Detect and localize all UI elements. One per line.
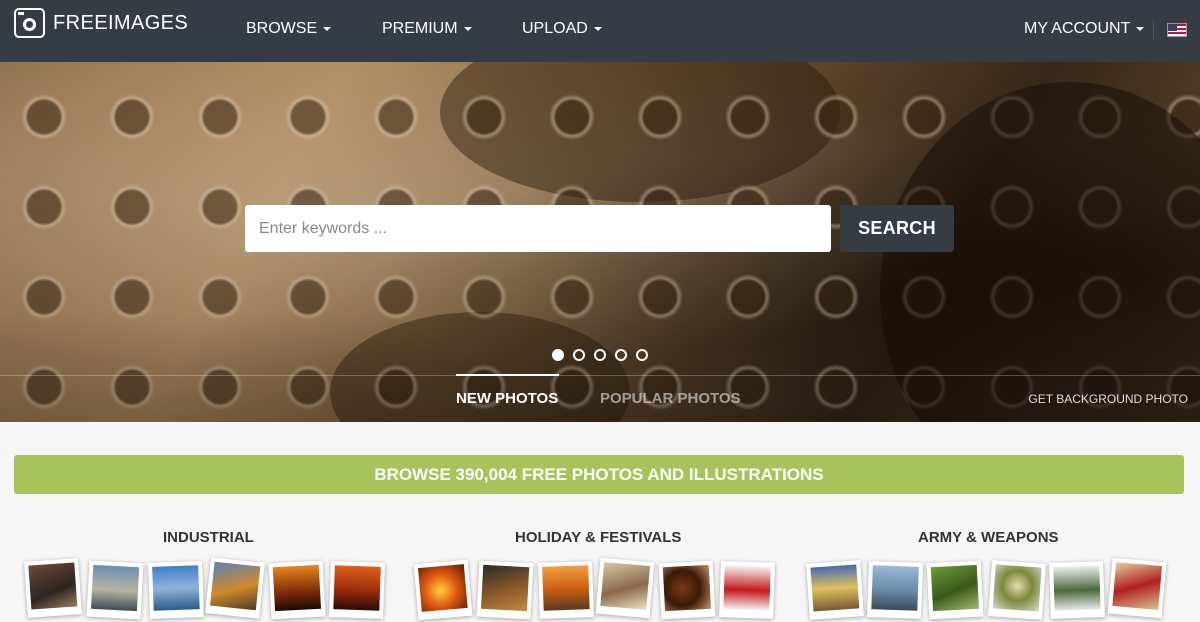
search-button[interactable]: SEARCH (840, 205, 954, 252)
category-thumbnail[interactable] (538, 561, 594, 619)
nav-my-account-label: MY ACCOUNT (1024, 20, 1131, 37)
search-input[interactable] (245, 205, 831, 252)
category-title-holiday[interactable]: HOLIDAY & FESTIVALS (515, 529, 681, 546)
nav-premium-label: PREMIUM (382, 20, 458, 37)
category-thumbnail[interactable] (24, 558, 82, 618)
category-thumbnail[interactable] (658, 560, 716, 620)
slider-dot-1[interactable] (552, 349, 564, 361)
nav-upload[interactable]: UPLOAD (522, 20, 602, 38)
logo[interactable]: FREEIMAGES (14, 8, 188, 38)
nav-browse[interactable]: BROWSE (246, 20, 332, 38)
caret-down-icon (323, 26, 332, 31)
active-tab-indicator (456, 374, 559, 376)
tab-new-photos[interactable]: NEW PHOTOS (456, 390, 558, 407)
slider-dots (552, 349, 648, 361)
category-thumbnail[interactable] (413, 559, 473, 621)
category-title-army[interactable]: ARMY & WEAPONS (918, 529, 1059, 546)
category-thumbnail[interactable] (268, 560, 326, 620)
nav-divider (1153, 21, 1154, 39)
tabs-divider (0, 375, 1200, 376)
browse-all-button[interactable]: BROWSE 390,004 FREE PHOTOS AND ILLUSTRAT… (14, 455, 1184, 494)
hero-banner: SEARCH NEW PHOTOS POPULAR PHOTOS GET BAC… (0, 62, 1200, 422)
caret-down-icon (1136, 26, 1145, 31)
nav-upload-label: UPLOAD (522, 20, 588, 37)
category-title-industrial[interactable]: INDUSTRIAL (163, 529, 254, 546)
category-thumbnail[interactable] (926, 560, 984, 620)
us-flag-icon[interactable] (1167, 23, 1187, 37)
slider-dot-5[interactable] (636, 349, 648, 361)
get-background-photo-link[interactable]: GET BACKGROUND PHOTO (1028, 392, 1188, 406)
nav-my-account[interactable]: MY ACCOUNT (1024, 20, 1145, 38)
category-thumbnail[interactable] (86, 560, 144, 620)
caret-down-icon (463, 26, 472, 31)
category-thumbnail[interactable] (329, 561, 385, 619)
category-thumbnail[interactable] (476, 560, 534, 620)
category-thumbnail[interactable] (1107, 557, 1167, 619)
camera-logo-icon (14, 8, 45, 38)
category-thumbnail[interactable] (148, 561, 204, 619)
category-thumbnail[interactable] (719, 561, 775, 619)
category-thumbnail[interactable] (806, 560, 864, 620)
slider-dot-3[interactable] (594, 349, 606, 361)
category-thumbnail[interactable] (867, 561, 923, 619)
top-navbar: FREEIMAGES BROWSE PREMIUM UPLOAD MY ACCO… (0, 0, 1200, 62)
category-thumbnail[interactable] (988, 560, 1046, 620)
logo-text: FREEIMAGES (53, 11, 189, 34)
nav-browse-label: BROWSE (246, 20, 318, 37)
category-thumbnail[interactable] (205, 557, 265, 619)
category-thumbnail[interactable] (595, 557, 655, 619)
slider-dot-4[interactable] (615, 349, 627, 361)
category-thumbnail[interactable] (1049, 561, 1105, 619)
caret-down-icon (593, 26, 602, 31)
slider-dot-2[interactable] (573, 349, 585, 361)
tab-popular-photos[interactable]: POPULAR PHOTOS (600, 390, 741, 407)
nav-premium[interactable]: PREMIUM (382, 20, 472, 38)
